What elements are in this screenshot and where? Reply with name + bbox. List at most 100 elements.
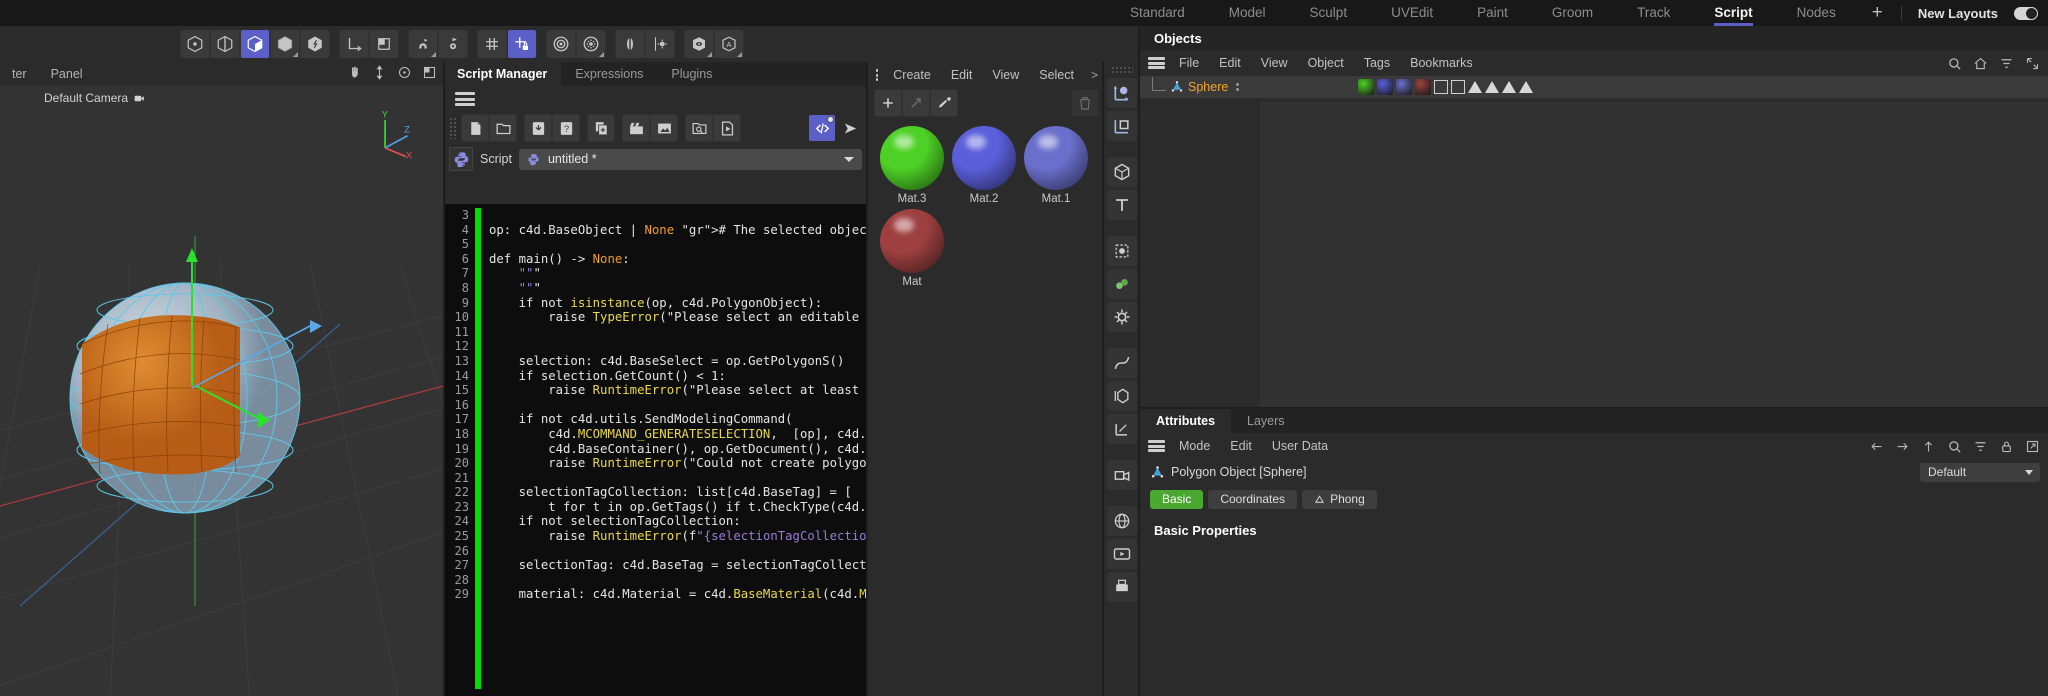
material-menu-select[interactable]: Select: [1030, 68, 1083, 82]
simulation-icon[interactable]: [1107, 302, 1137, 332]
object-mode-icon[interactable]: [271, 30, 299, 58]
delete-material-icon[interactable]: [1072, 90, 1098, 116]
layout-tab-model[interactable]: Model: [1207, 0, 1288, 26]
pill-phong[interactable]: Phong: [1302, 489, 1377, 509]
attributes-menu-edit[interactable]: Edit: [1220, 439, 1262, 453]
mograph-icon[interactable]: [1107, 269, 1137, 299]
snap-magnet-icon[interactable]: [409, 30, 437, 58]
material-tag-icon[interactable]: [1396, 79, 1412, 95]
phong-tag-icon[interactable]: [1519, 81, 1533, 93]
camera-tool-icon[interactable]: [1107, 460, 1137, 490]
generator-icon[interactable]: [1107, 381, 1137, 411]
material-menu-view[interactable]: View: [983, 68, 1028, 82]
material-cell[interactable]: Mat.1: [1022, 126, 1090, 205]
object-row-sphere[interactable]: Sphere: [1140, 76, 2048, 98]
material-hamburger-icon[interactable]: [876, 69, 879, 81]
video-player-icon[interactable]: [1107, 539, 1137, 569]
new-script-icon[interactable]: [462, 115, 488, 141]
divider-rail-objects[interactable]: [1138, 26, 1140, 696]
material-cell[interactable]: Mat.3: [878, 126, 946, 205]
layout-tab-sculpt[interactable]: Sculpt: [1288, 0, 1370, 26]
grid-icon[interactable]: [478, 30, 506, 58]
cube-primitive-icon[interactable]: [1107, 157, 1137, 187]
symmetry-settings-icon[interactable]: [646, 30, 674, 58]
snap-settings-icon[interactable]: [439, 30, 467, 58]
object-menu-edit[interactable]: Edit: [1209, 56, 1251, 70]
code-editor[interactable]: 3 4 5 6 7 8 9 10 11 12 13 14 15 16 17 18 19 20 21 22 23 24 25 2…: [443, 204, 868, 696]
edge-mode-icon[interactable]: [211, 30, 239, 58]
viewport-menu-filter[interactable]: ter: [0, 67, 39, 81]
layout-tab-paint[interactable]: Paint: [1455, 0, 1530, 26]
tab-attributes[interactable]: Attributes: [1140, 409, 1232, 433]
globe-icon[interactable]: [1107, 506, 1137, 536]
material-menu-create[interactable]: Create: [884, 68, 940, 82]
material-menu-edit[interactable]: Edit: [942, 68, 982, 82]
help-icon[interactable]: ?: [553, 115, 579, 141]
duplicate-script-icon[interactable]: [588, 115, 614, 141]
execute-script-icon[interactable]: [714, 115, 740, 141]
apply-material-icon[interactable]: [903, 90, 929, 116]
layout-tab-uvedit[interactable]: UVEdit: [1369, 0, 1455, 26]
selection-tag-icon[interactable]: [1451, 80, 1465, 94]
add-material-icon[interactable]: [875, 90, 901, 116]
viewport-menu-panel[interactable]: Panel: [39, 67, 95, 81]
attributes-preset-dropdown[interactable]: Default: [1920, 462, 2040, 482]
tab-script-manager[interactable]: Script Manager: [443, 62, 562, 86]
clapper-icon[interactable]: [623, 115, 649, 141]
world-axis-icon[interactable]: [340, 30, 368, 58]
material-preview[interactable]: [880, 209, 944, 273]
phong-tag-icon[interactable]: [1485, 81, 1499, 93]
layout-tab-standard[interactable]: Standard: [1108, 0, 1207, 26]
material-tag-icon[interactable]: [1358, 79, 1374, 95]
rail-grip[interactable]: [1111, 66, 1133, 73]
object-menu-view[interactable]: View: [1251, 56, 1298, 70]
spline-icon[interactable]: [1107, 348, 1137, 378]
printer-icon[interactable]: [1107, 572, 1137, 602]
pill-basic[interactable]: Basic: [1150, 489, 1204, 509]
add-layout-icon[interactable]: +: [1858, 0, 1897, 26]
material-tag-icon[interactable]: [1377, 79, 1393, 95]
pill-coordinates[interactable]: Coordinates: [1208, 489, 1298, 509]
attributes-menu-mode[interactable]: Mode: [1169, 439, 1220, 453]
layout-tab-script[interactable]: Script: [1692, 0, 1774, 26]
workplane-lock-icon[interactable]: [508, 30, 536, 58]
object-menu-file[interactable]: File: [1169, 56, 1209, 70]
annotation-icon[interactable]: A: [715, 30, 743, 58]
save-script-icon[interactable]: [525, 115, 551, 141]
eyedropper-icon[interactable]: [931, 90, 957, 116]
layout-toggle-switch[interactable]: [2014, 6, 2038, 20]
attributes-hamburger-icon[interactable]: [1148, 440, 1165, 452]
text-tool-icon[interactable]: [1107, 190, 1137, 220]
object-menu-bookmarks[interactable]: Bookmarks: [1400, 56, 1483, 70]
attributes-menu-userdata[interactable]: User Data: [1262, 439, 1338, 453]
viewport-filter-icon[interactable]: [685, 30, 713, 58]
uvw-tag-icon[interactable]: [1434, 80, 1448, 94]
object-tag-row[interactable]: [1358, 79, 1533, 95]
layout-tab-track[interactable]: Track: [1615, 0, 1692, 26]
material-grid[interactable]: Mat.3 Mat.2 Mat.1 Mat: [868, 118, 1104, 288]
run-arrow-icon[interactable]: [837, 115, 863, 141]
material-cell[interactable]: Mat: [878, 209, 946, 288]
scale-tool-icon[interactable]: [1107, 111, 1137, 141]
phong-tag-icon[interactable]: [1502, 81, 1516, 93]
tab-expressions[interactable]: Expressions: [561, 62, 657, 86]
symmetry-icon[interactable]: [616, 30, 644, 58]
divider-script-materials[interactable]: [866, 62, 868, 696]
script-name-dropdown[interactable]: untitled *: [518, 148, 862, 170]
deformer-icon[interactable]: [1107, 236, 1137, 266]
object-menu-tags[interactable]: Tags: [1354, 56, 1400, 70]
object-tree[interactable]: Sphere: [1140, 76, 2048, 98]
search-folder-icon[interactable]: [686, 115, 712, 141]
material-cell[interactable]: Mat.2: [950, 126, 1018, 205]
divider-viewport-script[interactable]: [443, 62, 445, 696]
divider-materials-rail[interactable]: [1102, 62, 1104, 696]
code-text-area[interactable]: op: c4d.BaseObject | None "gr"># The sel…: [481, 204, 868, 696]
object-hamburger-icon[interactable]: [1148, 57, 1165, 69]
move-tool-icon[interactable]: [1107, 78, 1137, 108]
material-tag-icon[interactable]: [1415, 79, 1431, 95]
render-view-icon[interactable]: [547, 30, 575, 58]
viewport-3d[interactable]: Default Camera Y Z X: [0, 86, 443, 696]
point-mode-icon[interactable]: [181, 30, 209, 58]
open-folder-icon[interactable]: [490, 115, 516, 141]
script-manager-hamburger-icon[interactable]: [455, 92, 475, 106]
